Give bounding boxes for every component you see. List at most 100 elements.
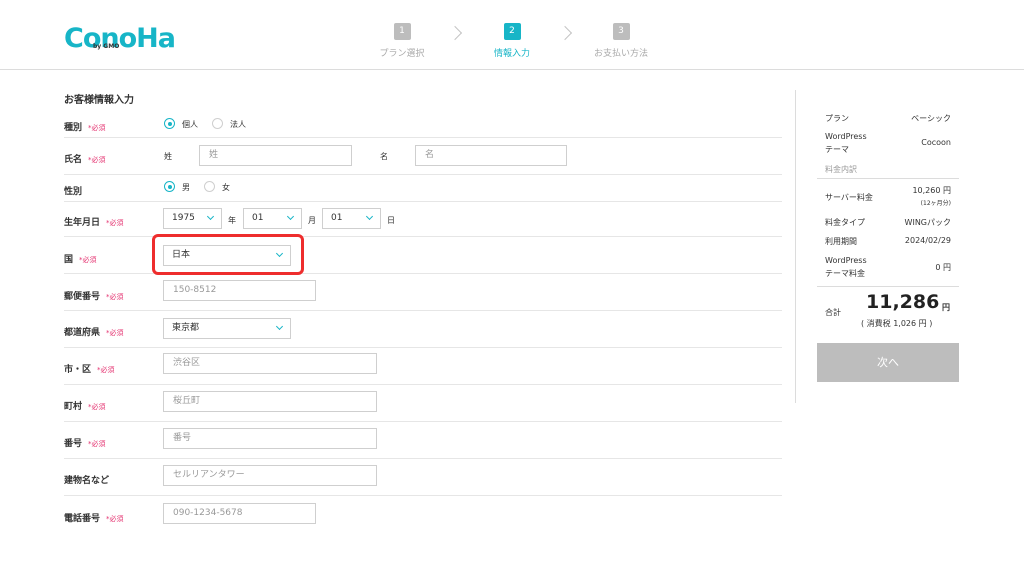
field-label: 電話番号 *必須 bbox=[64, 514, 124, 524]
row-town: 町村 *必須 桜丘町 bbox=[64, 385, 782, 422]
number-input[interactable]: 番号 bbox=[163, 428, 377, 449]
row-city: 市・区 *必須 渋谷区 bbox=[64, 348, 782, 385]
summary-key: WordPress bbox=[825, 132, 867, 141]
field-label: 氏名 *必須 bbox=[64, 155, 106, 165]
chevron-down-icon bbox=[206, 212, 215, 221]
postal-input[interactable]: 150-8512 bbox=[163, 280, 316, 301]
field-label: 郵便番号 *必須 bbox=[64, 292, 124, 302]
sei-label: 姓 bbox=[164, 152, 172, 161]
step-number: 2 bbox=[503, 23, 521, 40]
summary-key: 利用期間 bbox=[825, 237, 857, 246]
summary-key: サーバー料金 bbox=[825, 193, 873, 202]
step-info: 2 情報入力 bbox=[467, 18, 557, 59]
total-amount: 11,286 bbox=[866, 291, 940, 313]
radio-individual[interactable] bbox=[164, 118, 175, 129]
year-unit: 年 bbox=[228, 216, 236, 225]
highlight-box bbox=[152, 234, 304, 275]
summary-key: WordPress bbox=[825, 256, 867, 265]
radio-corporation[interactable] bbox=[212, 118, 223, 129]
progress-steps: 1 プラン選択 2 情報入力 3 お支払い方法 bbox=[0, 18, 1024, 59]
chevron-down-icon bbox=[275, 322, 284, 331]
radio-label: 男 bbox=[182, 183, 190, 192]
summary-value: ベーシック bbox=[911, 114, 951, 123]
required-mark: *必須 bbox=[106, 219, 124, 227]
field-label: 番号 *必須 bbox=[64, 439, 106, 449]
summary-value: WINGパック bbox=[904, 218, 951, 227]
side-divider bbox=[795, 90, 796, 403]
mei-label: 名 bbox=[380, 152, 388, 161]
step-payment: 3 お支払い方法 bbox=[576, 18, 666, 59]
required-mark: *必須 bbox=[106, 515, 124, 523]
tax-amount: ( 消費税 1,026 円 ) bbox=[861, 319, 933, 328]
building-input[interactable]: セルリアンタワー bbox=[163, 465, 377, 486]
row-postal: 郵便番号 *必須 150-8512 bbox=[64, 274, 782, 311]
year-select[interactable]: 1975 bbox=[163, 208, 222, 229]
summary-key: テーマ料金 bbox=[825, 269, 865, 278]
step-number: 3 bbox=[612, 23, 630, 40]
total-unit: 円 bbox=[942, 303, 950, 312]
required-mark: *必須 bbox=[88, 440, 106, 448]
chevron-down-icon bbox=[365, 212, 374, 221]
field-label: 生年月日 *必須 bbox=[64, 218, 124, 228]
step-label: 情報入力 bbox=[493, 49, 530, 59]
row-name: 氏名 *必須 姓 姓 名 名 bbox=[64, 138, 782, 175]
day-unit: 日 bbox=[387, 216, 395, 225]
town-input[interactable]: 桜丘町 bbox=[163, 391, 377, 412]
radio-label: 法人 bbox=[230, 120, 246, 129]
required-mark: *必須 bbox=[106, 329, 124, 337]
city-input[interactable]: 渋谷区 bbox=[163, 353, 377, 374]
row-type: 種別 *必須 個人 法人 bbox=[64, 114, 782, 138]
summary-key: テーマ bbox=[825, 145, 849, 154]
required-mark: *必須 bbox=[88, 403, 106, 411]
radio-label: 個人 bbox=[182, 120, 198, 129]
radio-female[interactable] bbox=[204, 181, 215, 192]
sei-input[interactable]: 姓 bbox=[199, 145, 352, 166]
month-unit: 月 bbox=[308, 216, 316, 225]
field-label: 都道府県 *必須 bbox=[64, 328, 124, 338]
chevron-down-icon bbox=[286, 212, 295, 221]
summary-value: 2024/02/29 bbox=[904, 236, 951, 245]
field-label: 種別 *必須 bbox=[64, 123, 106, 133]
step-label: プラン選択 bbox=[379, 49, 425, 59]
row-gender: 性別 男 女 bbox=[64, 175, 782, 202]
summary-value: 0 円 bbox=[935, 263, 951, 272]
total-label: 合計 bbox=[825, 308, 841, 317]
radio-male[interactable] bbox=[164, 181, 175, 192]
step-number: 1 bbox=[393, 23, 411, 40]
field-label: 建物名など bbox=[64, 476, 110, 486]
form-title: お客様情報入力 bbox=[64, 95, 134, 106]
next-button[interactable]: 次へ bbox=[817, 343, 959, 382]
summary-section: 料金内訳 bbox=[825, 165, 857, 174]
chevron-right-icon bbox=[557, 25, 573, 41]
row-prefecture: 都道府県 *必須 東京都 bbox=[64, 311, 782, 348]
mei-input[interactable]: 名 bbox=[415, 145, 567, 166]
field-label: 性別 bbox=[64, 187, 83, 197]
chevron-right-icon bbox=[447, 25, 463, 41]
phone-input[interactable]: 090-1234-5678 bbox=[163, 503, 316, 524]
summary-value: 10,260 円 bbox=[912, 186, 951, 195]
summary-sub: (12ヶ月分) bbox=[920, 200, 951, 207]
row-building: 建物名など セルリアンタワー bbox=[64, 459, 782, 496]
row-number: 番号 *必須 番号 bbox=[64, 422, 782, 459]
divider bbox=[817, 178, 959, 179]
required-mark: *必須 bbox=[88, 156, 106, 164]
required-mark: *必須 bbox=[88, 124, 106, 132]
summary-value: Cocoon bbox=[921, 138, 951, 147]
field-label: 市・区 *必須 bbox=[64, 365, 115, 375]
field-label: 国 *必須 bbox=[64, 255, 97, 265]
summary-key: プラン bbox=[825, 114, 849, 123]
step-plan: 1 プラン選択 bbox=[357, 18, 447, 59]
prefecture-select[interactable]: 東京都 bbox=[163, 318, 291, 339]
day-select[interactable]: 01 bbox=[322, 208, 381, 229]
field-label: 町村 *必須 bbox=[64, 402, 106, 412]
required-mark: *必須 bbox=[79, 256, 97, 264]
row-phone: 電話番号 *必須 090-1234-5678 bbox=[64, 496, 782, 533]
header: ConoHa by GMO 1 プラン選択 2 情報入力 3 お支払い方法 bbox=[0, 0, 1024, 70]
summary-key: 料金タイプ bbox=[825, 218, 865, 227]
required-mark: *必須 bbox=[106, 293, 124, 301]
month-select[interactable]: 01 bbox=[243, 208, 302, 229]
radio-label: 女 bbox=[222, 183, 230, 192]
required-mark: *必須 bbox=[97, 366, 115, 374]
row-birthdate: 生年月日 *必須 1975 年 01 月 01 日 bbox=[64, 202, 782, 237]
step-label: お支払い方法 bbox=[593, 49, 648, 59]
